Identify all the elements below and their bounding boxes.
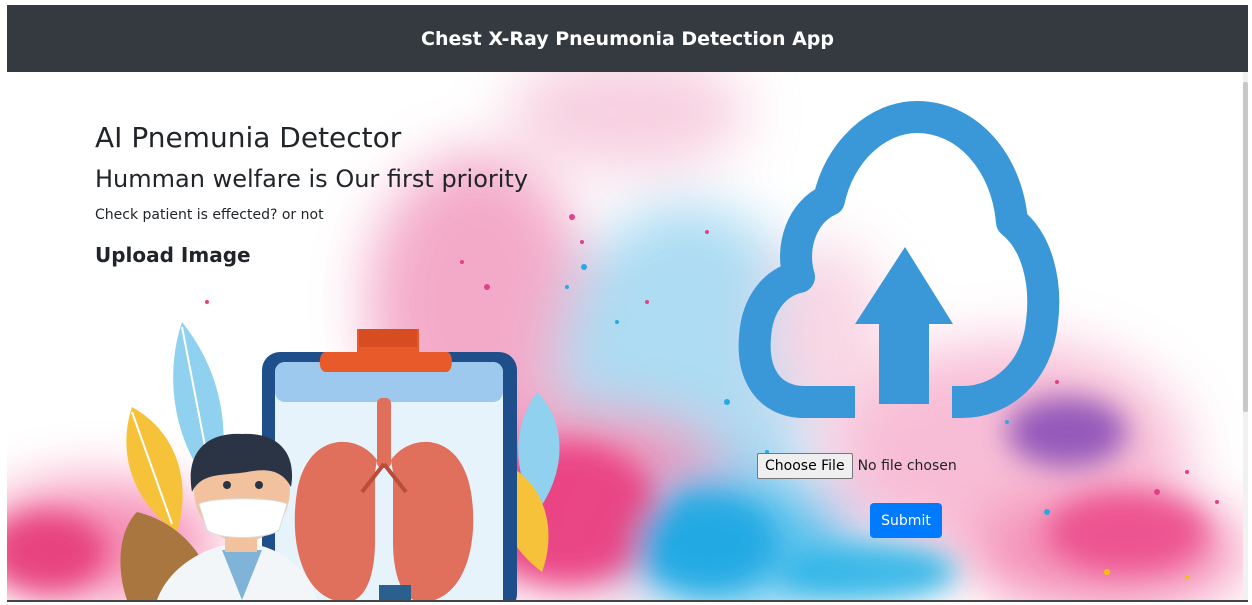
scrollbar-thumb[interactable] bbox=[1243, 82, 1248, 412]
page-scrollbar[interactable] bbox=[1243, 72, 1248, 600]
page-title: AI Pnemunia Detector bbox=[95, 121, 402, 154]
page-description: Check patient is effected? or not bbox=[95, 207, 324, 223]
page-bottom-border bbox=[7, 600, 1248, 602]
choose-file-button[interactable]: Choose File bbox=[757, 452, 853, 479]
file-input[interactable]: Choose File No file chosen bbox=[757, 452, 957, 479]
page-subtitle: Humman welfare is Our first priority bbox=[95, 165, 529, 193]
app-navbar: Chest X-Ray Pneumonia Detection App bbox=[7, 5, 1248, 72]
doctor-lungs-clipboard-illustration bbox=[120, 322, 560, 600]
submit-button[interactable]: Submit bbox=[870, 503, 942, 538]
app-title: Chest X-Ray Pneumonia Detection App bbox=[421, 27, 834, 50]
upload-heading: Upload Image bbox=[95, 243, 251, 267]
file-status-text: No file chosen bbox=[857, 457, 957, 474]
